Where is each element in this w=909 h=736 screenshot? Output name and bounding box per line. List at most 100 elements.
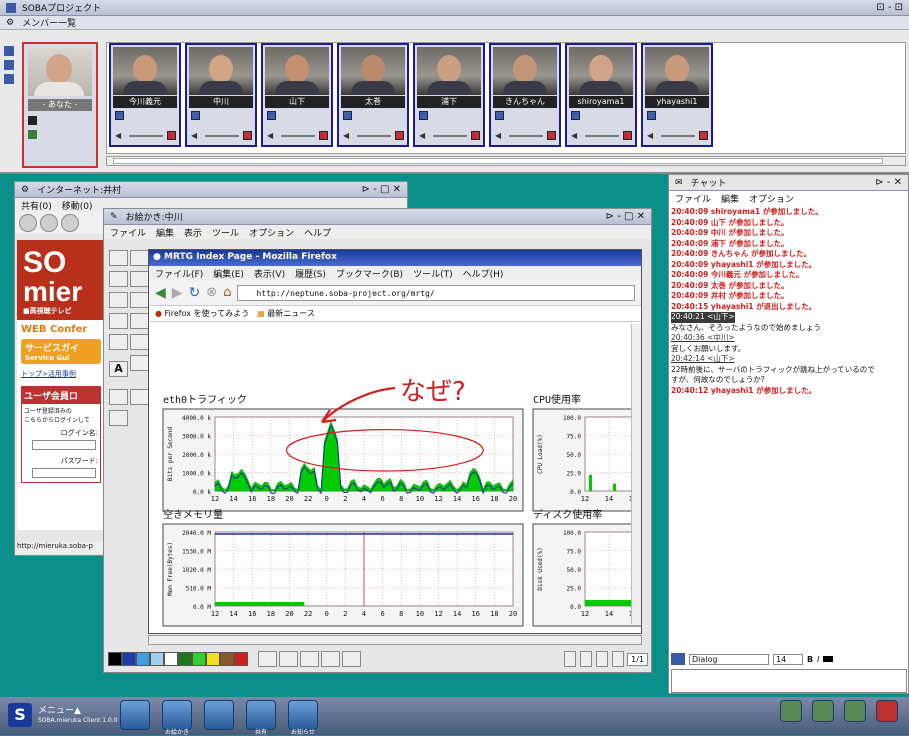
chat-menu-item-2[interactable]: オプション <box>749 192 794 205</box>
window-controls[interactable]: ⊳ - □ ✕ <box>606 211 645 222</box>
back-icon[interactable]: ◀ <box>155 285 166 301</box>
line-tool-icon[interactable] <box>130 271 149 287</box>
capture-icon[interactable] <box>109 410 128 426</box>
taskbar-app-icon[interactable] <box>246 700 276 730</box>
volume-slider[interactable] <box>433 135 467 137</box>
menu-move[interactable]: 移動(0) <box>62 199 93 212</box>
bold-icon[interactable]: B <box>807 655 813 664</box>
member-card[interactable]: 太巻 ◀ <box>337 43 409 147</box>
member-card[interactable]: yhayashi1 ◀ <box>641 43 713 147</box>
sketch-menu-item-1[interactable]: 編集 <box>156 226 174 239</box>
next-page-icon[interactable] <box>580 651 593 667</box>
soba-logo-icon[interactable]: S <box>8 703 32 727</box>
firefox-vscroll[interactable] <box>631 324 641 624</box>
camera-icon[interactable] <box>267 111 276 120</box>
taskbar-tool-icon[interactable] <box>812 700 834 722</box>
font-select[interactable]: Dialog <box>689 653 769 665</box>
speaker-icon[interactable]: ◀ <box>115 131 123 141</box>
firefox-menu-item-6[interactable]: ヘルプ(H) <box>463 267 504 280</box>
camera-icon[interactable] <box>647 111 656 120</box>
camera-icon[interactable] <box>343 111 352 120</box>
sketch-menu-item-2[interactable]: 表示 <box>184 226 202 239</box>
member-card[interactable]: 今川義元 ◀ <box>109 43 181 147</box>
filled-ellipse-tool-icon[interactable] <box>130 313 149 329</box>
member-card[interactable]: 山下 ◀ <box>261 43 333 147</box>
firefox-menu-item-1[interactable]: 編集(E) <box>213 267 244 280</box>
clear-icon[interactable] <box>300 651 319 667</box>
forward-icon[interactable] <box>40 214 58 232</box>
bookmark-news[interactable]: ▦ 最新ニュース <box>257 308 315 319</box>
mic-icon[interactable] <box>243 131 252 140</box>
window-controls[interactable]: ⊳ - □ ✕ <box>362 184 401 195</box>
taskbar-app-icon[interactable] <box>162 700 192 730</box>
palette-color[interactable] <box>150 652 164 666</box>
palette-color[interactable] <box>164 652 178 666</box>
palette-color[interactable] <box>192 652 206 666</box>
add-page-icon[interactable] <box>596 651 609 667</box>
camera-icon[interactable] <box>571 111 580 120</box>
redo-icon[interactable] <box>279 651 298 667</box>
select-area-icon[interactable] <box>130 250 149 266</box>
self-member-card[interactable]: - あなた - <box>22 42 98 168</box>
chat-input[interactable] <box>671 669 907 693</box>
save-icon[interactable] <box>321 651 340 667</box>
breadcrumb[interactable]: トップ>活用事例 <box>17 366 105 382</box>
login-name-input[interactable] <box>32 440 96 450</box>
italic-icon[interactable]: I <box>817 655 819 664</box>
taskbar-app-icon[interactable] <box>288 700 318 730</box>
volume-slider[interactable] <box>129 135 163 137</box>
speaker-icon[interactable]: ◀ <box>191 131 199 141</box>
camera-icon[interactable] <box>28 116 37 125</box>
palette-color[interactable] <box>136 652 150 666</box>
image-tool-icon[interactable] <box>130 355 149 371</box>
palette-color[interactable] <box>122 652 136 666</box>
stop-icon[interactable]: ⊗ <box>206 285 217 300</box>
sketch-menu-item-0[interactable]: ファイル <box>110 226 146 239</box>
firefox-menu-item-5[interactable]: ツール(T) <box>413 267 453 280</box>
reload-icon[interactable]: ↻ <box>189 285 201 301</box>
speaker-icon[interactable]: ◀ <box>267 131 275 141</box>
sketch-menu-item-3[interactable]: ツール <box>212 226 239 239</box>
pen-tool-icon[interactable] <box>109 271 128 287</box>
volume-slider[interactable] <box>205 135 239 137</box>
service-guide-button[interactable]: サービスガイ Service Gui <box>21 339 101 364</box>
forward-icon[interactable]: ▶ <box>172 285 183 301</box>
emoticon-icon[interactable] <box>671 653 685 665</box>
home-icon[interactable]: ⌂ <box>223 285 231 300</box>
mic-icon[interactable] <box>623 131 632 140</box>
stamp-tool-icon[interactable] <box>109 334 128 350</box>
delete-page-icon[interactable] <box>612 651 625 667</box>
password-input[interactable] <box>32 468 96 478</box>
main-window-controls[interactable]: ⊡ - ⊡ <box>876 2 903 13</box>
speaker-icon[interactable]: ◀ <box>495 131 503 141</box>
camera-icon[interactable] <box>115 111 124 120</box>
view-mode-buttons[interactable] <box>4 46 16 96</box>
prev-page-icon[interactable] <box>564 651 577 667</box>
taskbar-app-icon[interactable] <box>204 700 234 730</box>
volume-slider[interactable] <box>661 135 695 137</box>
text-tool-icon[interactable]: A <box>109 361 128 377</box>
copy-icon[interactable] <box>109 389 128 405</box>
mic-icon[interactable] <box>395 131 404 140</box>
mic-icon[interactable] <box>471 131 480 140</box>
mic-icon[interactable] <box>547 131 556 140</box>
firefox-menu-item-2[interactable]: 表示(V) <box>254 267 285 280</box>
undo-icon[interactable] <box>258 651 277 667</box>
member-card[interactable]: shiroyama1 ◀ <box>565 43 637 147</box>
firefox-menu-item-3[interactable]: 履歴(S) <box>295 267 326 280</box>
firefox-menu-item-0[interactable]: ファイル(F) <box>155 267 203 280</box>
member-card[interactable]: きんちゃん ◀ <box>489 43 561 147</box>
taskbar-tool-icon[interactable] <box>780 700 802 722</box>
palette-color[interactable] <box>220 652 234 666</box>
color-icon[interactable] <box>823 656 834 662</box>
menu-share[interactable]: 共有(0) <box>21 199 52 212</box>
rect-tool-icon[interactable] <box>109 292 128 308</box>
chat-menu-item-1[interactable]: 編集 <box>721 192 739 205</box>
sketch-menu-item-4[interactable]: オプション <box>249 226 294 239</box>
firefox-menu-item-4[interactable]: ブックマーク(B) <box>336 267 403 280</box>
menu-button[interactable]: メニュー▲ <box>38 703 81 716</box>
speaker-icon[interactable]: ◀ <box>419 131 427 141</box>
mic-icon[interactable] <box>167 131 176 140</box>
window-controls[interactable]: ⊳ - ✕ <box>875 177 902 188</box>
font-size-select[interactable]: 14 <box>773 653 803 665</box>
